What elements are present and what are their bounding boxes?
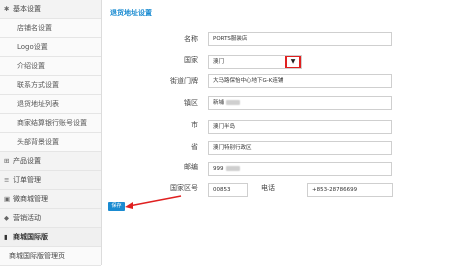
- sidebar-item-contact[interactable]: 联系方式设置: [0, 76, 101, 95]
- sidebar-item-label: Logo设置: [17, 43, 48, 51]
- street-label: 街道门牌: [170, 77, 198, 85]
- sidebar-item-label: 头部背景设置: [17, 138, 59, 146]
- street-input[interactable]: 大马路保怡中心地下G-K连铺: [208, 74, 392, 88]
- city-input[interactable]: 澳门半岛: [208, 120, 392, 134]
- town-label: 镇区: [184, 99, 198, 107]
- sidebar-item-label: 微商城管理: [13, 195, 48, 203]
- sidebar: ✱ 基本设置 店铺名设置 Logo设置 介绍设置 联系方式设置 退货地址列表 商家…: [0, 0, 102, 266]
- town-input[interactable]: 新埔: [208, 96, 392, 110]
- gear-icon: ✱: [4, 5, 10, 13]
- sidebar-item-product-settings[interactable]: ⊞ 产品设置: [0, 152, 101, 171]
- country-select[interactable]: 澳门 ▼: [208, 55, 302, 69]
- sidebar-item-label: 产品设置: [13, 157, 41, 165]
- order-icon: ≡: [4, 176, 10, 184]
- sidebar-item-label: 商家结算银行账号设置: [17, 119, 87, 127]
- shop-icon: ▣: [4, 195, 11, 203]
- sidebar-item-label: 订单管理: [13, 176, 41, 184]
- sidebar-item-label: 退货地址列表: [17, 100, 59, 108]
- sidebar-item-basic-settings[interactable]: ✱ 基本设置: [0, 0, 101, 19]
- sidebar-item-micro-shop[interactable]: ▣ 微商城管理: [0, 190, 101, 209]
- sidebar-item-logo[interactable]: Logo设置: [0, 38, 101, 57]
- country-label: 国家: [184, 56, 198, 64]
- sidebar-item-intl-mall[interactable]: ▮ 商城国际版: [0, 228, 101, 247]
- sidebar-item-label: 商城国际版管理页: [9, 252, 65, 260]
- sidebar-item-return-address[interactable]: 退货地址列表: [0, 95, 101, 114]
- phone-label: 电话: [261, 184, 275, 192]
- country-value: 澳门: [213, 59, 225, 65]
- street-value: 大马路保怡中心地下G-K连铺: [213, 78, 284, 84]
- sidebar-item-intl-mall-admin[interactable]: 商城国际版管理页: [0, 247, 101, 266]
- country-code-label: 国家区号: [170, 184, 198, 192]
- sidebar-item-label: 介绍设置: [17, 62, 45, 70]
- postal-value: 999: [213, 166, 224, 172]
- name-input[interactable]: PORTS服装店: [208, 32, 392, 46]
- postal-label: 邮编: [184, 163, 198, 171]
- bookmark-icon: ▮: [4, 233, 8, 241]
- sidebar-item-store-name[interactable]: 店铺名设置: [0, 19, 101, 38]
- town-value: 新埔: [213, 100, 225, 106]
- redacted-mark: [225, 166, 240, 171]
- sidebar-item-label: 基本设置: [13, 5, 41, 13]
- province-value: 澳门特别行政区: [213, 145, 252, 151]
- chevron-down-icon[interactable]: ▼: [285, 56, 301, 68]
- province-label: 省: [191, 143, 198, 151]
- postal-input[interactable]: 999: [208, 162, 392, 176]
- name-label: 名称: [184, 35, 198, 43]
- sidebar-item-marketing[interactable]: ◆ 营销活动: [0, 209, 101, 228]
- redacted-mark: [226, 100, 241, 105]
- annotation-arrow: [125, 195, 182, 209]
- page-title: 退货地址设置: [110, 9, 152, 17]
- country-code-value: 00853: [213, 187, 231, 193]
- phone-value: +853-28786699: [312, 187, 358, 193]
- province-input[interactable]: 澳门特别行政区: [208, 141, 392, 155]
- sidebar-item-bank-account[interactable]: 商家结算银行账号设置: [0, 114, 101, 133]
- sidebar-item-label: 商城国际版: [13, 233, 48, 241]
- name-value: PORTS服装店: [213, 36, 248, 42]
- main-panel: 退货地址设置 名称 PORTS服装店 国家 澳门 ▼ 街道门牌 大马路保怡中心地…: [103, 0, 450, 265]
- megaphone-icon: ◆: [4, 214, 9, 222]
- product-icon: ⊞: [4, 157, 10, 165]
- city-value: 澳门半岛: [213, 124, 236, 130]
- sidebar-item-label: 营销活动: [13, 214, 41, 222]
- sidebar-item-order-management[interactable]: ≡ 订单管理: [0, 171, 101, 190]
- sidebar-item-intro[interactable]: 介绍设置: [0, 57, 101, 76]
- phone-input[interactable]: +853-28786699: [307, 183, 393, 197]
- sidebar-item-header-bg[interactable]: 头部背景设置: [0, 133, 101, 152]
- sidebar-item-label: 联系方式设置: [17, 81, 59, 89]
- sidebar-item-label: 店铺名设置: [17, 24, 52, 32]
- city-label: 市: [191, 121, 198, 129]
